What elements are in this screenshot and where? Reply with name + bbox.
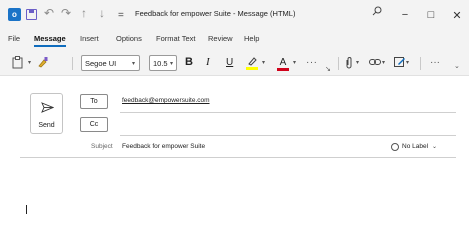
window-title: Feedback for empower Suite - Message (HT… bbox=[135, 9, 296, 18]
font-color-letter: A bbox=[279, 56, 287, 68]
more-commands-button[interactable]: ··· bbox=[430, 54, 440, 70]
minimize-button[interactable]: − bbox=[392, 5, 418, 25]
highlight-dropdown-icon[interactable]: ▾ bbox=[262, 54, 265, 70]
link-icon[interactable] bbox=[369, 54, 381, 70]
app-icon-letter: o bbox=[12, 10, 17, 19]
link-dropdown-icon[interactable]: ▾ bbox=[382, 54, 385, 70]
more-formatting-button[interactable]: ··· bbox=[306, 54, 318, 70]
previous-item-icon[interactable]: ↑ bbox=[81, 6, 87, 20]
tab-message[interactable]: Message bbox=[34, 34, 66, 47]
tab-options[interactable]: Options bbox=[116, 34, 142, 43]
chevron-down-icon[interactable]: ⌄ bbox=[454, 58, 460, 74]
undo-icon[interactable]: ↶ bbox=[44, 6, 54, 20]
tab-review[interactable]: Review bbox=[208, 34, 233, 43]
paste-dropdown-icon[interactable]: ▾ bbox=[28, 54, 31, 70]
to-button[interactable]: To bbox=[80, 94, 108, 109]
sensitivity-label-button[interactable]: No Label ⌄ bbox=[391, 141, 437, 152]
attach-dropdown-icon[interactable]: ▾ bbox=[356, 54, 359, 70]
chevron-down-icon: ▾ bbox=[169, 61, 173, 67]
font-size-select[interactable]: 10.5 ▾ bbox=[149, 55, 177, 71]
font-size-value: 10.5 bbox=[153, 59, 168, 68]
italic-button[interactable]: I bbox=[206, 54, 210, 70]
send-button[interactable]: Send bbox=[30, 93, 63, 134]
chevron-down-icon: ▾ bbox=[131, 61, 135, 67]
sensitivity-label-text: No Label bbox=[402, 143, 429, 150]
customize-quick-access-icon[interactable]: = bbox=[118, 8, 124, 22]
outlook-app-icon: o bbox=[8, 8, 21, 21]
compose-area: Send To Cc feedback@empowersuite.com Sub… bbox=[20, 86, 460, 242]
dialog-launcher-icon[interactable]: ↘ bbox=[325, 61, 331, 77]
tab-insert[interactable]: Insert bbox=[80, 34, 99, 43]
font-name-value: Segoe UI bbox=[85, 59, 117, 68]
save-icon[interactable] bbox=[26, 9, 37, 20]
cc-field-underline bbox=[120, 135, 456, 136]
format-painter-icon[interactable] bbox=[37, 54, 49, 70]
to-field-underline bbox=[120, 112, 456, 113]
ribbon-toolbar: ▾ B I U ▾ A ▾ ··· ↘ ▾ ▾ ▾ ··· ⌄ bbox=[0, 48, 469, 76]
cc-button[interactable]: Cc bbox=[80, 117, 108, 132]
signature-icon[interactable] bbox=[394, 54, 406, 70]
paste-icon[interactable] bbox=[11, 54, 23, 70]
close-button[interactable]: ✕ bbox=[444, 5, 469, 25]
send-label: Send bbox=[38, 122, 55, 129]
underline-button[interactable]: U bbox=[226, 54, 233, 70]
maximize-button[interactable]: □ bbox=[418, 5, 444, 25]
signature-dropdown-icon[interactable]: ▾ bbox=[406, 54, 409, 70]
font-color-button[interactable]: A bbox=[277, 54, 289, 71]
font-name-select[interactable]: Segoe UI ▾ bbox=[81, 55, 140, 71]
font-color-bar bbox=[277, 68, 289, 71]
subject-label: Subject bbox=[91, 143, 113, 150]
sensitivity-icon bbox=[391, 142, 399, 151]
menu-tabs: File Message Insert Options Format Text … bbox=[0, 30, 469, 48]
subject-divider bbox=[20, 157, 456, 158]
redo-icon[interactable]: ↷ bbox=[61, 6, 71, 20]
tab-format-text[interactable]: Format Text bbox=[156, 34, 195, 43]
title-bar: o ↶ ↷ ↑ ↓ = Feedback for empower Suite -… bbox=[0, 0, 469, 30]
font-color-dropdown-icon[interactable]: ▾ bbox=[293, 54, 296, 70]
subject-field[interactable]: Feedback for empower Suite bbox=[122, 143, 205, 150]
bold-button[interactable]: B bbox=[185, 54, 193, 70]
ribbon-divider bbox=[72, 57, 73, 70]
chevron-down-icon: ⌄ bbox=[432, 144, 438, 150]
text-cursor bbox=[26, 205, 27, 214]
send-icon bbox=[41, 102, 54, 113]
highlight-color-bar bbox=[246, 67, 258, 70]
ribbon-divider bbox=[420, 57, 421, 70]
tab-help[interactable]: Help bbox=[244, 34, 259, 43]
tab-file[interactable]: File bbox=[8, 34, 20, 43]
attach-file-icon[interactable] bbox=[345, 54, 353, 70]
highlight-icon[interactable] bbox=[246, 54, 258, 70]
next-item-icon[interactable]: ↓ bbox=[99, 6, 105, 20]
ribbon-divider bbox=[338, 57, 339, 70]
to-recipient[interactable]: feedback@empowersuite.com bbox=[122, 97, 210, 104]
search-icon[interactable] bbox=[372, 6, 382, 16]
